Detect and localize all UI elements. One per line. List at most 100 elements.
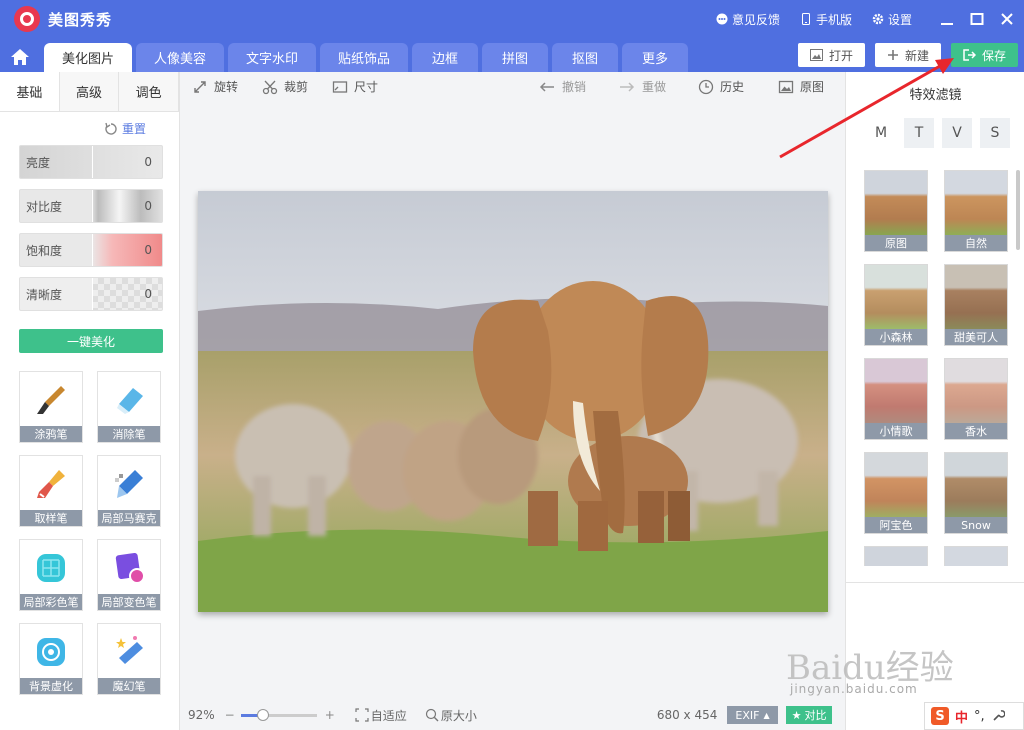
save-button[interactable]: 保存	[950, 43, 1018, 67]
close-icon[interactable]	[1000, 12, 1014, 26]
tab-collage[interactable]: 拼图	[482, 43, 549, 72]
one-click-beautify-button[interactable]: 一键美化	[19, 329, 163, 353]
feedback-link[interactable]: 意见反馈	[716, 11, 780, 28]
filter-sweet[interactable]: 甜美可人	[944, 264, 1008, 346]
history-button[interactable]: 历史	[698, 78, 744, 95]
filter-label: 阿宝色	[865, 517, 927, 533]
maximize-icon[interactable]	[970, 12, 984, 26]
zoom-percent: 92%	[188, 708, 215, 722]
minimize-icon[interactable]	[940, 12, 954, 26]
filter-category-t[interactable]: T	[904, 118, 934, 148]
ime-punct[interactable]: °,	[974, 709, 985, 724]
filter-partial[interactable]	[944, 546, 1008, 566]
original-button[interactable]: 原图	[778, 78, 824, 95]
compare-button[interactable]: ★ 对比	[785, 706, 833, 724]
zoom-slider-handle[interactable]	[256, 708, 269, 721]
adjust-panel: 基础 高级 调色 重置 亮度 0 对比度 0 饱和度 0 清晰度 0 一键美化 …	[0, 72, 180, 730]
undo-label: 撤销	[562, 80, 587, 94]
filter-category-s[interactable]: S	[980, 118, 1010, 148]
filter-love-song[interactable]: 小情歌	[864, 358, 928, 440]
filter-abao[interactable]: 阿宝色	[864, 452, 928, 534]
filter-partial[interactable]	[864, 546, 928, 566]
tab-cutout[interactable]: 抠图	[552, 43, 619, 72]
fit-button[interactable]: 自适应	[355, 707, 407, 724]
subtab-basic[interactable]: 基础	[0, 72, 60, 111]
sharpness-value: 0	[92, 278, 162, 310]
settings-wrench-icon[interactable]	[991, 709, 1005, 723]
tab-stickers[interactable]: 贴纸饰品	[320, 43, 409, 72]
brightness-label: 亮度	[26, 155, 51, 170]
status-bar: 92% − + 自适应 原大小 680 x 454 EXIF ▲ ★ 对比	[180, 700, 845, 730]
sogou-logo-icon: S	[931, 707, 949, 725]
local-recolor-pen-label: 局部变色笔	[98, 594, 160, 610]
local-mosaic-tool[interactable]: 局部马赛克	[97, 455, 161, 527]
contrast-slider[interactable]: 对比度 0	[19, 189, 163, 223]
scissors-icon	[262, 80, 278, 94]
brightness-slider[interactable]: 亮度 0	[19, 145, 163, 179]
eraser-pen-tool[interactable]: 消除笔	[97, 371, 161, 443]
reset-icon	[105, 122, 117, 135]
sampling-pen-label: 取样笔	[20, 510, 82, 526]
magic-pen-tool[interactable]: 魔幻笔	[97, 623, 161, 695]
filter-original[interactable]: 原图	[864, 170, 928, 252]
tab-more[interactable]: 更多	[622, 43, 689, 72]
tab-frame[interactable]: 边框	[412, 43, 479, 72]
filter-forest[interactable]: 小森林	[864, 264, 928, 346]
filter-category-m[interactable]: M	[866, 118, 896, 148]
filter-category-v[interactable]: V	[942, 118, 972, 148]
magnifier-icon	[425, 708, 439, 722]
doodle-pen-tool[interactable]: 涂鸦笔	[19, 371, 83, 443]
settings-link[interactable]: 设置	[872, 11, 912, 28]
sampling-pen-tool[interactable]: 取样笔	[19, 455, 83, 527]
open-button[interactable]: 打开	[797, 43, 865, 67]
filter-natural[interactable]: 自然	[944, 170, 1008, 252]
crop-button[interactable]: 裁剪	[262, 78, 308, 95]
sharpness-label: 清晰度	[20, 278, 92, 310]
filter-snow[interactable]: Snow	[944, 452, 1008, 534]
filter-thumbnail	[865, 265, 927, 329]
image-canvas[interactable]	[180, 102, 845, 700]
subtab-color[interactable]: 调色	[119, 72, 180, 111]
rotate-button[interactable]: 旋转	[192, 78, 238, 95]
zoom-slider[interactable]	[240, 708, 317, 721]
undo-button[interactable]: 撤销	[538, 78, 586, 95]
redo-button[interactable]: 重做	[618, 78, 666, 95]
subtab-advanced[interactable]: 高级	[59, 72, 120, 111]
tab-beautify[interactable]: 美化图片	[44, 43, 133, 72]
filter-perfume[interactable]: 香水	[944, 358, 1008, 440]
sharpness-slider[interactable]: 清晰度 0	[19, 277, 163, 311]
tab-portrait[interactable]: 人像美容	[136, 43, 225, 72]
compare-label: 对比	[804, 709, 827, 722]
recolor-pen-icon	[115, 552, 145, 584]
ime-toolbar[interactable]: S 中 °,	[924, 702, 1024, 730]
settings-label: 设置	[887, 12, 912, 27]
brightness-value: 0	[92, 146, 162, 178]
filter-label: 原图	[865, 235, 927, 251]
local-color-pen-tool[interactable]: 局部彩色笔	[19, 539, 83, 611]
reset-label: 重置	[122, 122, 147, 136]
new-button[interactable]: 新建	[874, 43, 941, 67]
tab-text-watermark[interactable]: 文字水印	[228, 43, 317, 72]
plus-icon	[887, 50, 898, 60]
zoom-out-icon[interactable]: −	[225, 708, 235, 722]
ime-lang[interactable]: 中	[955, 707, 968, 726]
local-recolor-pen-tool[interactable]: 局部变色笔	[97, 539, 161, 611]
save-label: 保存	[981, 48, 1006, 63]
zoom-in-icon[interactable]: +	[325, 708, 335, 722]
background-blur-tool[interactable]: 背景虚化	[19, 623, 83, 695]
rotate-label: 旋转	[214, 80, 239, 94]
panel-divider	[846, 582, 1024, 583]
elephant-photo[interactable]	[198, 191, 828, 612]
filter-thumbnail	[865, 453, 927, 517]
mosaic-pen-icon	[115, 470, 143, 498]
saturation-slider[interactable]: 饱和度 0	[19, 233, 163, 267]
blur-icon	[37, 638, 65, 666]
mobile-link[interactable]: 手机版	[800, 11, 852, 28]
size-button[interactable]: 尺寸	[332, 78, 378, 95]
actual-size-label: 原大小	[440, 708, 477, 723]
filter-scrollbar[interactable]	[1016, 170, 1020, 250]
exif-button[interactable]: EXIF ▲	[727, 706, 778, 724]
actual-size-button[interactable]: 原大小	[425, 707, 477, 724]
reset-button[interactable]: 重置	[104, 120, 146, 137]
home-icon[interactable]	[8, 46, 32, 68]
